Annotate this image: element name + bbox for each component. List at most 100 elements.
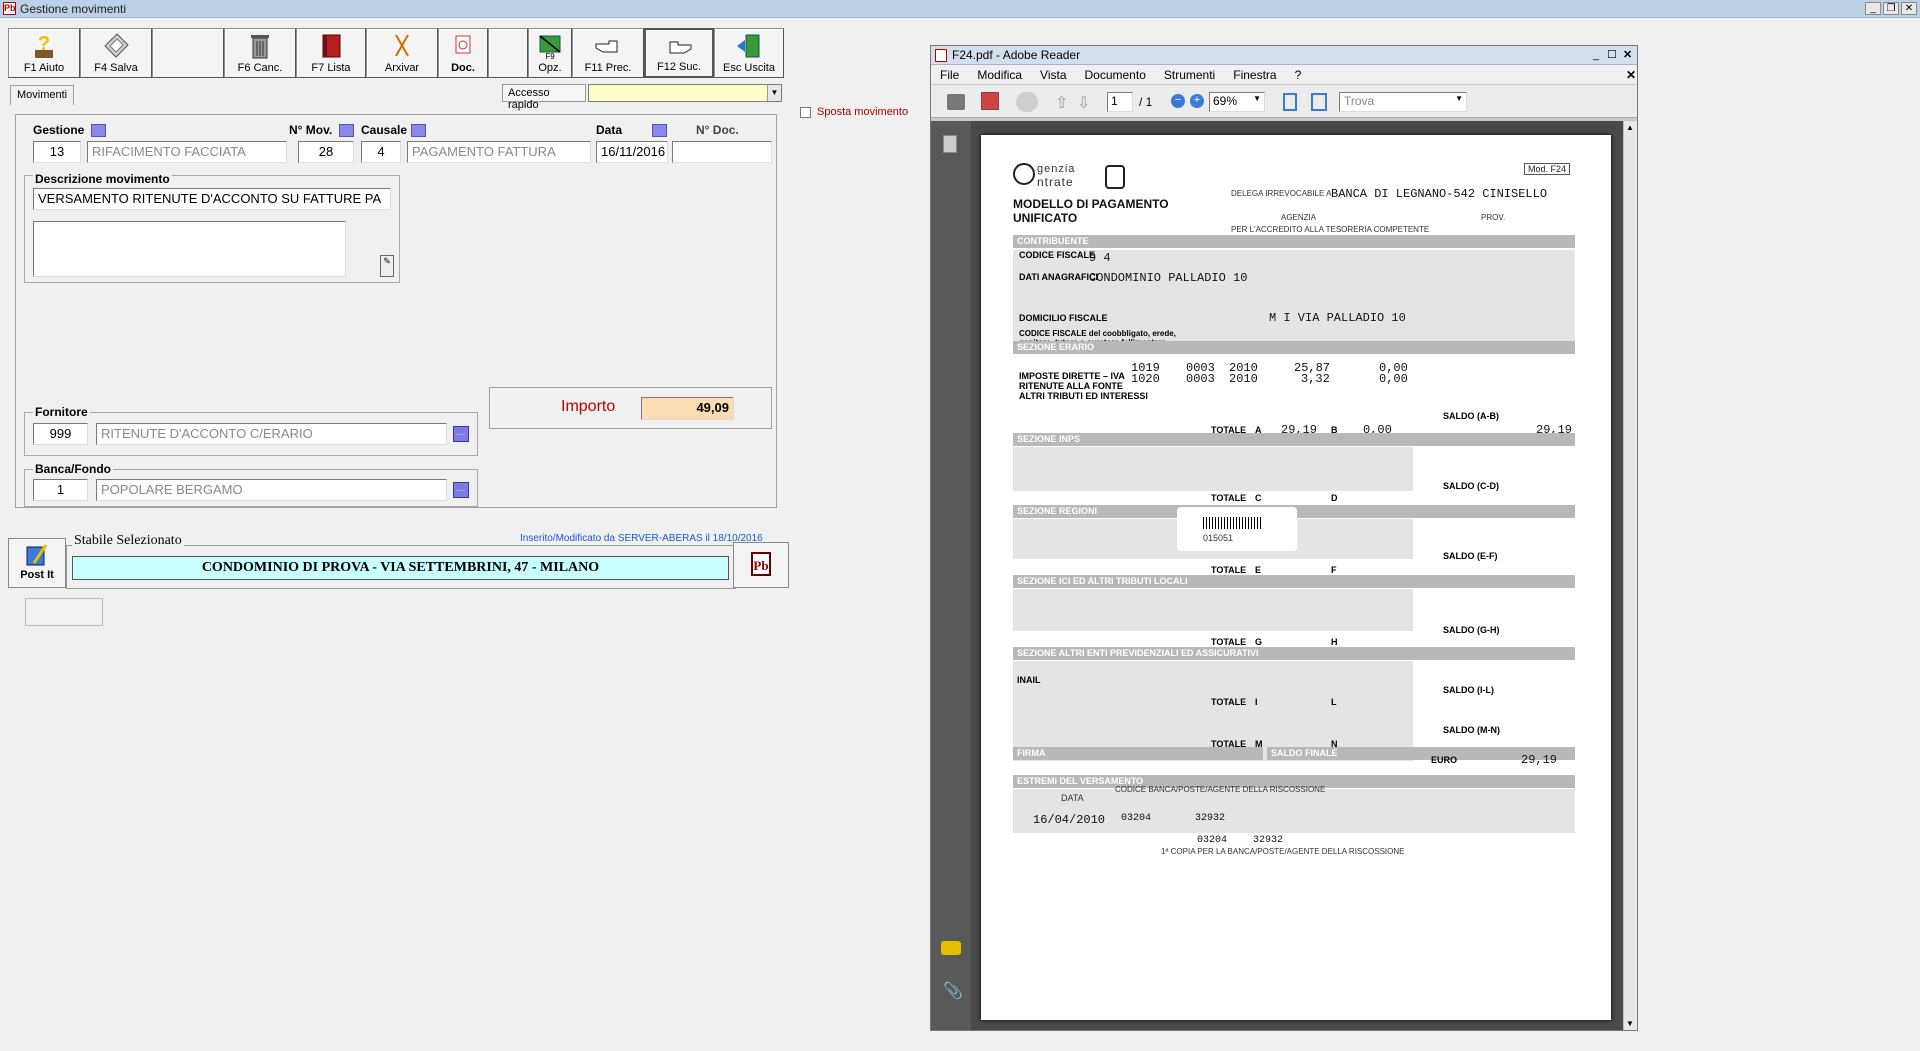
- options-icon: F9: [539, 35, 561, 60]
- toolbar-spacer: [152, 28, 224, 78]
- supplier-code-field[interactable]: 999: [33, 423, 88, 445]
- ici-box: [1013, 589, 1413, 631]
- pdf-titlebar: F24.pdf - Adobe Reader _ ☐ ✕: [931, 46, 1637, 65]
- cancel-button[interactable]: F6 Canc.: [224, 28, 296, 78]
- menu-strumenti[interactable]: Strumenti: [1164, 68, 1215, 82]
- quick-access-select[interactable]: ▼: [588, 84, 782, 102]
- list-button[interactable]: F7 Lista: [296, 28, 366, 78]
- supplier-lookup-button[interactable]: …: [453, 426, 469, 442]
- document-close-icon[interactable]: ✕: [1626, 68, 1636, 82]
- find-chevron-icon: ▼: [1455, 94, 1463, 103]
- bank-lookup-button[interactable]: …: [453, 482, 469, 498]
- pdf-scrollbar[interactable]: ▲ ▼: [1623, 121, 1637, 1030]
- menu-help[interactable]: ?: [1295, 68, 1302, 82]
- share-icon[interactable]: [981, 92, 999, 110]
- agency-logo-icon: [1013, 163, 1035, 185]
- zoom-out-icon[interactable]: −: [1171, 94, 1185, 108]
- pdf-menubar: File Modifica Vista Documento Strumenti …: [931, 65, 1637, 84]
- edit-notes-icon[interactable]: ✎: [380, 255, 394, 277]
- window-titlebar: Pb Gestione movimenti _ ❐ ✕: [0, 0, 1920, 18]
- archive-button[interactable]: Arxivar: [366, 28, 438, 78]
- causale-code-field[interactable]: 4: [361, 141, 401, 163]
- arrow-up-icon[interactable]: ⇧: [1055, 93, 1068, 113]
- tab-movimenti[interactable]: Movimenti: [10, 85, 74, 105]
- help-button[interactable]: ? F1 Aiuto: [8, 28, 80, 78]
- help-icon: ?: [35, 33, 53, 58]
- pdf-document-area: 📎 ▲ ▼ Mod. F24 genzia ntrate MODELLO DI …: [931, 121, 1637, 1030]
- nmov-field[interactable]: 28: [298, 141, 354, 163]
- barcode-icon: [1203, 517, 1263, 529]
- description-notes-field[interactable]: [33, 221, 346, 277]
- date-picker-button[interactable]: [652, 124, 667, 137]
- menu-documento[interactable]: Documento: [1085, 68, 1146, 82]
- attachment-icon[interactable]: 📎: [943, 981, 963, 1001]
- next-button[interactable]: F12 Suc.: [644, 28, 714, 78]
- pdf-sidebar: 📎: [931, 121, 971, 1030]
- ndoc-field[interactable]: [672, 141, 772, 163]
- move-checkbox[interactable]: [800, 106, 811, 118]
- pdf-icon: [455, 35, 471, 54]
- bank-code-field[interactable]: 1: [33, 479, 88, 501]
- previous-button[interactable]: F11 Prec.: [572, 28, 644, 78]
- svg-text:Pb: Pb: [753, 558, 768, 573]
- pages-panel-icon[interactable]: [943, 135, 957, 153]
- stabile-select-button[interactable]: Pb: [733, 542, 789, 588]
- move-checkbox-row[interactable]: Sposta movimento: [800, 106, 908, 118]
- scroll-up-icon[interactable]: ▲: [1626, 123, 1634, 132]
- menu-finestra[interactable]: Finestra: [1233, 68, 1276, 82]
- stabile-field: CONDOMINIO DI PROVA - VIA SETTEMBRINI, 4…: [72, 556, 729, 580]
- comments-icon[interactable]: [941, 941, 961, 955]
- supplier-desc-field: RITENUTE D'ACCONTO C/ERARIO: [96, 423, 447, 445]
- trash-icon: [251, 35, 269, 59]
- pdf-close-button[interactable]: ✕: [1623, 48, 1632, 61]
- empty-field[interactable]: [25, 598, 103, 626]
- save-button[interactable]: F4 Salva: [80, 28, 152, 78]
- print-icon[interactable]: [947, 94, 965, 110]
- bank-desc-field: POPOLARE BERGAMO: [96, 479, 447, 501]
- restore-button[interactable]: ❐: [1883, 2, 1899, 15]
- exit-button[interactable]: Esc Uscita: [714, 28, 784, 78]
- minimize-button[interactable]: _: [1865, 2, 1881, 15]
- pdf-toolbar: ⇧ ⇩ 1 / 1 − + 69% ▼ Trova ▼: [931, 84, 1637, 118]
- nmov-lookup-button[interactable]: [339, 124, 354, 137]
- page-number-input[interactable]: 1: [1107, 92, 1133, 112]
- collaborate-icon[interactable]: [1016, 92, 1038, 112]
- zoom-chevron-icon: ▼: [1253, 94, 1261, 103]
- menu-vista[interactable]: Vista: [1040, 68, 1066, 82]
- causale-lookup-button[interactable]: [411, 124, 426, 137]
- fit-page-icon[interactable]: [1283, 93, 1297, 111]
- chevron-down-icon[interactable]: ▼: [767, 85, 781, 101]
- scroll-down-icon[interactable]: ▼: [1626, 1019, 1634, 1028]
- menu-file[interactable]: File: [940, 68, 959, 82]
- pdf-minimize-button[interactable]: _: [1593, 49, 1599, 61]
- fit-width-icon[interactable]: [1311, 93, 1327, 111]
- app-logo-icon: Pb: [751, 552, 771, 576]
- options-button[interactable]: F9 Opz.: [528, 28, 572, 78]
- pdf-page: Mod. F24 genzia ntrate MODELLO DI PAGAME…: [981, 135, 1611, 1020]
- zoom-in-icon[interactable]: +: [1190, 94, 1204, 108]
- hand-left-icon: [595, 40, 618, 53]
- window-title: Gestione movimenti: [20, 1, 127, 16]
- exit-door-icon: [737, 34, 760, 58]
- importo-field[interactable]: 49,09: [641, 397, 734, 420]
- pdf-file-icon: [935, 48, 947, 62]
- gestione-code-field[interactable]: 13: [33, 141, 81, 163]
- book-icon: [322, 34, 341, 58]
- close-button[interactable]: ✕: [1901, 2, 1917, 15]
- description-field[interactable]: VERSAMENTO RITENUTE D'ACCONTO SU FATTURE…: [33, 188, 391, 210]
- diskette-icon: [104, 33, 129, 58]
- quick-access-label: Accesso rapido: [502, 84, 586, 111]
- menu-modifica[interactable]: Modifica: [977, 68, 1022, 82]
- form-panel: Gestione N° Mov. Causale Data N° Doc. 13…: [15, 114, 777, 508]
- postit-button[interactable]: Post It: [8, 538, 66, 588]
- causale-desc-field: PAGAMENTO FATTURA: [407, 141, 591, 163]
- pdf-viewer-window: F24.pdf - Adobe Reader _ ☐ ✕ File Modifi…: [930, 45, 1638, 1031]
- pdf-maximize-button[interactable]: ☐: [1607, 48, 1617, 61]
- zoom-select[interactable]: 69% ▼: [1209, 92, 1265, 112]
- toolbar-spacer: [488, 28, 528, 78]
- find-input[interactable]: Trova ▼: [1339, 92, 1467, 112]
- arrow-down-icon[interactable]: ⇩: [1077, 93, 1090, 113]
- date-field[interactable]: 16/11/2016: [596, 141, 668, 163]
- gestione-lookup-button[interactable]: [91, 124, 106, 137]
- doc-button[interactable]: Doc.: [438, 28, 488, 78]
